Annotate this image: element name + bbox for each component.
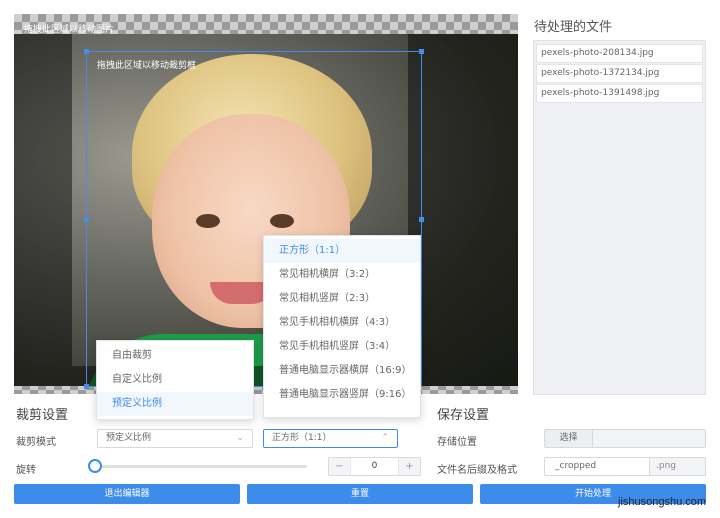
crop-mode-value: 预定义比例 (106, 433, 152, 443)
save-location-label: 存储位置 (437, 437, 477, 448)
crop-ratio-dropdown: 正方形（1:1） 常见相机横屏（3:2） 常见相机竖屏（2:3） 常见手机相机横… (263, 235, 421, 418)
canvas-drag-hint: 拖拽此区域以移动图片 (24, 25, 115, 35)
file-item-2[interactable]: pexels-photo-1372134.jpg (536, 64, 703, 83)
crop-handle-top-right[interactable] (419, 49, 424, 54)
ratio-option-phone-landscape[interactable]: 常见手机相机横屏（4:3） (264, 311, 420, 335)
ratio-option-monitor-portrait[interactable]: 普通电脑显示器竖屏（9:16） (264, 383, 420, 407)
crop-settings-title: 裁剪设置 (16, 408, 69, 423)
save-settings-title: 保存设置 (437, 408, 490, 423)
files-panel-title: 待处理的文件 (534, 20, 613, 35)
rotate-slider-thumb[interactable] (88, 459, 102, 473)
crop-mode-dropdown: 自由裁剪 自定义比例 预定义比例 (96, 340, 254, 420)
crop-handle-top-left[interactable] (84, 49, 89, 54)
crop-mode-label: 裁剪模式 (16, 437, 56, 448)
site-watermark: jishusongshu.com (618, 496, 707, 508)
file-item-1[interactable]: pexels-photo-208134.jpg (536, 44, 703, 63)
ratio-option-camera-portrait[interactable]: 常见相机竖屏（2:3） (264, 287, 420, 311)
crop-mode-select[interactable]: 预定义比例 ⌄ (97, 429, 253, 448)
rotate-value-input[interactable]: 0 (351, 458, 398, 475)
crop-handle-left[interactable] (84, 217, 89, 222)
chevron-down-icon: ⌄ (236, 433, 244, 443)
format-select[interactable]: .png (650, 457, 706, 476)
file-list: pexels-photo-208134.jpg pexels-photo-137… (533, 40, 706, 395)
rotate-label: 旋转 (16, 465, 36, 476)
crop-drag-hint: 拖拽此区域以移动裁剪框 (97, 61, 197, 71)
choose-location-button[interactable]: 选择 (545, 430, 593, 447)
save-location-field: 选择 (544, 429, 706, 448)
ratio-option-monitor-landscape[interactable]: 普通电脑显示器横屏（16:9） (264, 359, 420, 383)
ratio-option-camera-landscape[interactable]: 常见相机横屏（3:2） (264, 263, 420, 287)
reset-button[interactable]: 重置 (247, 484, 473, 504)
file-item-3[interactable]: pexels-photo-1391498.jpg (536, 84, 703, 103)
ratio-option-phone-portrait[interactable]: 常见手机相机竖屏（3:4） (264, 335, 420, 359)
rotate-stepper: − 0 + (328, 457, 421, 476)
mode-option-free[interactable]: 自由裁剪 (97, 344, 253, 368)
rotate-increment-button[interactable]: + (398, 458, 420, 475)
exit-editor-button[interactable]: 退出编辑器 (14, 484, 240, 504)
crop-handle-right[interactable] (419, 217, 424, 222)
mode-option-predefined[interactable]: 预定义比例 (97, 392, 253, 416)
filename-suffix-input[interactable]: _cropped (544, 457, 650, 476)
ratio-option-square[interactable]: 正方形（1:1） (264, 239, 420, 263)
crop-handle-bottom-left[interactable] (84, 384, 89, 389)
rotate-decrement-button[interactable]: − (329, 458, 351, 475)
suffix-format-label: 文件名后缀及格式 (437, 465, 517, 476)
crop-ratio-value: 正方形（1:1） (272, 433, 332, 443)
crop-ratio-select[interactable]: 正方形（1:1） ⌃ (263, 429, 398, 448)
mode-option-custom[interactable]: 自定义比例 (97, 368, 253, 392)
chevron-up-icon: ⌃ (381, 433, 389, 443)
rotate-slider-track[interactable] (95, 465, 307, 468)
